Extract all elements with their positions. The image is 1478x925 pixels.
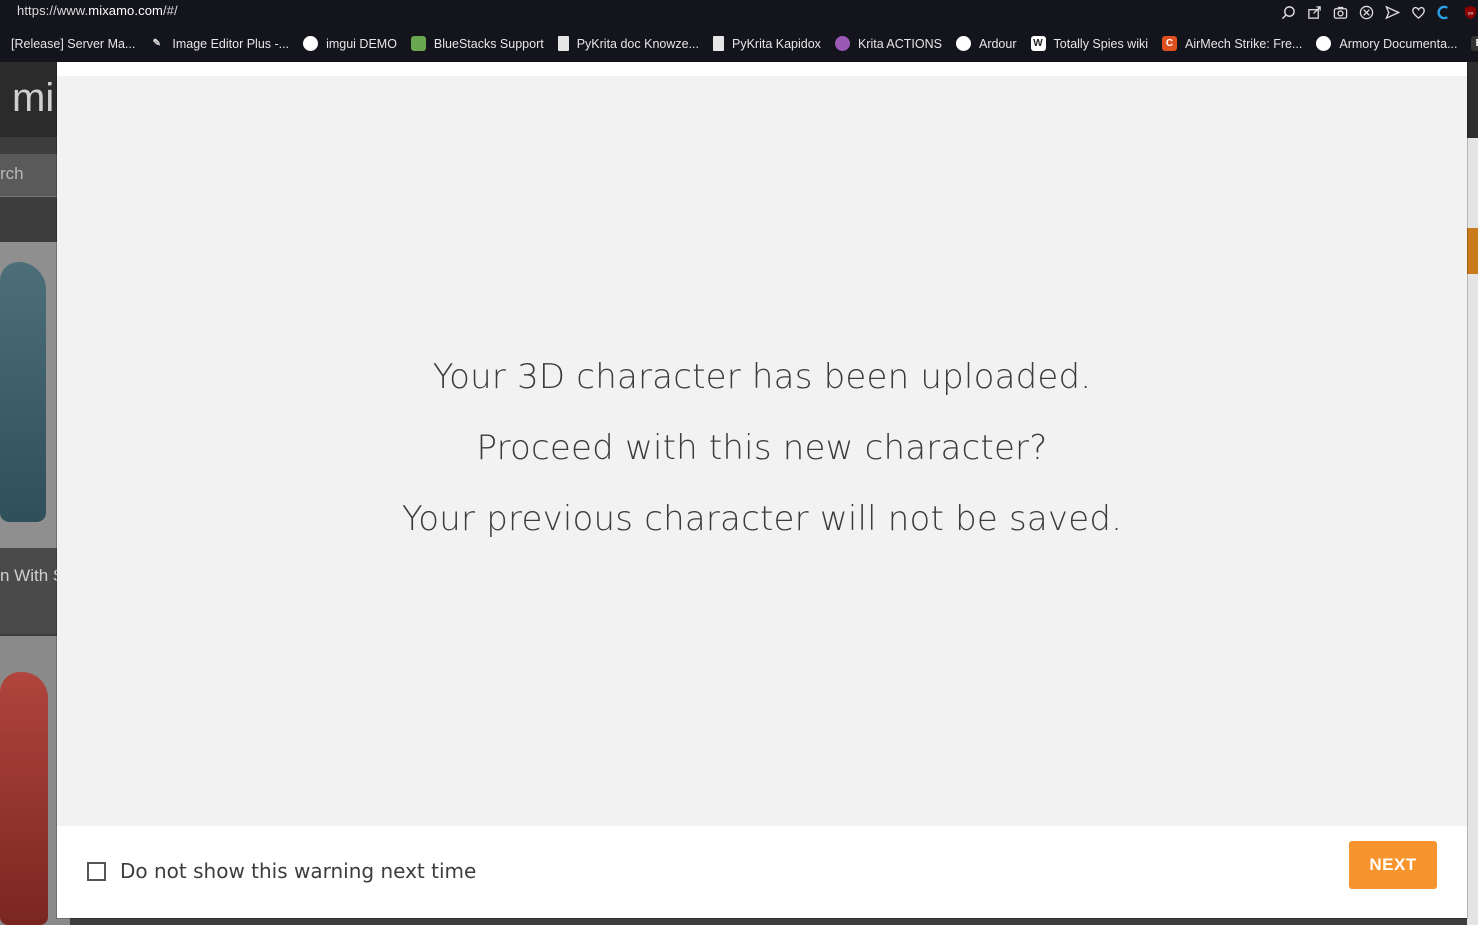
- bookmark-item[interactable]: imgui DEMO: [303, 36, 397, 51]
- feather-icon: ✎: [152, 38, 162, 49]
- bookmark-item[interactable]: W Totally Spies wiki: [1030, 36, 1148, 51]
- bookmark-label: Ardour: [978, 36, 1017, 51]
- krita-icon: [834, 36, 850, 51]
- bookmark-label: imgui DEMO: [326, 36, 397, 51]
- heart-icon[interactable]: [1410, 4, 1426, 20]
- character-thumbnail: [0, 672, 48, 925]
- bookmarks-bar: [Release] Server Ma... ✎ Image Editor Plus…: [0, 25, 1478, 62]
- page-icon: [713, 36, 724, 51]
- bookmark-item[interactable]: ✎ Image Editor Plus -...: [149, 36, 289, 51]
- send-icon[interactable]: [1384, 4, 1400, 20]
- bookmark-item[interactable]: PyKrita doc Knowze...: [557, 36, 699, 51]
- extension-icon[interactable]: [1436, 4, 1452, 20]
- bookmark-label: Image Editor Plus -...: [172, 36, 290, 51]
- bookmark-label: Totally Spies wiki: [1053, 36, 1148, 51]
- dont-show-again-label[interactable]: Do not show this warning next time: [120, 859, 476, 883]
- curse-icon: C: [1162, 36, 1177, 51]
- message-line-warning: Your previous character will not be save…: [401, 499, 1123, 539]
- block-icon[interactable]: [1358, 4, 1374, 20]
- github-icon: [955, 36, 971, 51]
- url-text[interactable]: https://www.mixamo.com/#/: [17, 3, 178, 18]
- message-line-proceed: Proceed with this new character?: [476, 428, 1048, 468]
- bookmark-label: PyKrita doc Knowze...: [576, 36, 699, 51]
- next-button[interactable]: NEXT: [1349, 841, 1437, 889]
- bookmark-label: Krita ACTIONS: [857, 36, 942, 51]
- bookmark-item[interactable]: C AirMech Strike: Fre...: [1162, 36, 1302, 51]
- bookmark-label: Armory Documenta...: [1339, 36, 1458, 51]
- svg-text:uo: uo: [1467, 11, 1473, 16]
- github-icon: [303, 36, 319, 51]
- camera-icon[interactable]: [1332, 4, 1348, 20]
- bookmark-item[interactable]: Krita ACTIONS: [834, 36, 942, 51]
- browser-address-bar[interactable]: https://www.mixamo.com/#/ uo: [0, 0, 1478, 25]
- upload-confirm-dialog: Your 3D character has been uploaded. Pro…: [57, 62, 1467, 918]
- wiki-icon: W: [1030, 36, 1046, 51]
- dialog-message: Your 3D character has been uploaded. Pro…: [57, 342, 1467, 555]
- bookmark-item[interactable]: Armory Documenta...: [1316, 36, 1457, 51]
- bookmark-label: [Release] Server Ma...: [11, 36, 136, 51]
- bookmark-item[interactable]: PyKrita Kapidox: [713, 36, 821, 51]
- github-icon: [1316, 36, 1332, 51]
- site-logo: mi: [12, 76, 55, 120]
- dialog-footer: Do not show this warning next time NEXT: [57, 826, 1467, 918]
- bookmark-item[interactable]: Ardour: [955, 36, 1017, 51]
- page-icon: [557, 36, 569, 51]
- share-icon[interactable]: [1306, 4, 1322, 20]
- dialog-body: Your 3D character has been uploaded. Pro…: [57, 76, 1467, 826]
- bookmark-item[interactable]: EUE C++ AP: [1471, 36, 1478, 51]
- bookmark-item[interactable]: [Release] Server Ma...: [11, 37, 135, 51]
- dont-show-again-checkbox[interactable]: [87, 861, 106, 881]
- bluestacks-icon: [410, 36, 426, 51]
- bookmark-item[interactable]: BlueStacks Support: [410, 36, 544, 51]
- dont-show-again-option[interactable]: Do not show this warning next time: [87, 859, 476, 883]
- epic-icon: E: [1471, 36, 1478, 51]
- message-line-uploaded: Your 3D character has been uploaded.: [432, 357, 1092, 397]
- bookmark-label: AirMech Strike: Fre...: [1185, 36, 1303, 51]
- bookmark-label: PyKrita Kapidox: [732, 36, 821, 51]
- character-thumbnail: [0, 262, 46, 522]
- ublock-icon[interactable]: uo: [1462, 4, 1478, 20]
- zoom-icon[interactable]: [1280, 4, 1296, 20]
- right-panel-accent: [1467, 228, 1478, 274]
- bookmark-label: BlueStacks Support: [433, 36, 544, 51]
